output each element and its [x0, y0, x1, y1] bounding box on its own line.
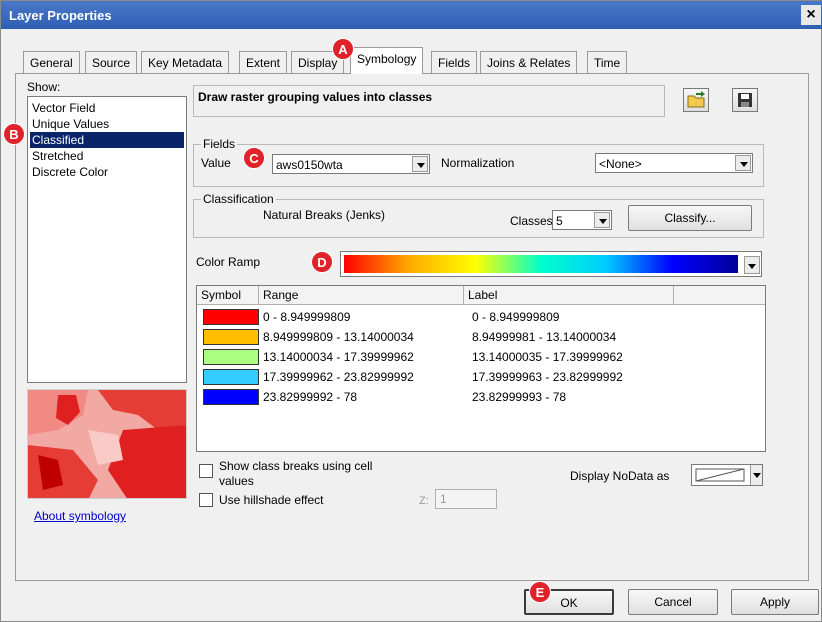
label-cell[interactable]: 23.82999993 - 78	[472, 388, 566, 406]
classification-method: Natural Breaks (Jenks)	[263, 208, 386, 222]
show-item-vector-field[interactable]: Vector Field	[30, 100, 184, 116]
tab-symbology[interactable]: Symbology	[350, 47, 424, 74]
layer-properties-dialog: Layer Properties × General Source Key Me…	[0, 0, 822, 622]
range-cell[interactable]: 13.14000034 - 17.39999962	[263, 348, 414, 366]
tab-key-metadata[interactable]: Key Metadata	[141, 51, 230, 73]
range-cell[interactable]: 0 - 8.949999809	[263, 308, 350, 326]
show-item-discrete-color[interactable]: Discrete Color	[30, 164, 184, 180]
class-breaks-label-cont: values	[219, 474, 254, 488]
hillshade-checkbox[interactable]	[199, 493, 213, 507]
save-icon	[738, 93, 752, 107]
range-cell[interactable]: 8.949999809 - 13.14000034	[263, 328, 414, 346]
symbol-swatch[interactable]	[203, 369, 259, 385]
show-item-classified[interactable]: Classified	[30, 132, 184, 148]
description-text: Draw raster grouping values into classes	[198, 90, 433, 104]
z-factor-input[interactable]: 1	[435, 489, 497, 509]
value-label: Value	[201, 156, 231, 170]
chevron-down-icon[interactable]	[594, 212, 610, 228]
annotation-marker-e: E	[529, 581, 551, 603]
nodata-color-picker[interactable]	[691, 464, 763, 486]
class-breaks-checkbox[interactable]	[199, 464, 213, 478]
symbology-preview-image	[27, 389, 187, 499]
symbol-swatch[interactable]	[203, 389, 259, 405]
label-cell[interactable]: 0 - 8.949999809	[472, 308, 559, 326]
classes-selected: 5	[556, 214, 563, 228]
chevron-down-icon[interactable]	[735, 155, 751, 171]
symbol-swatch[interactable]	[203, 349, 259, 365]
header-spacer	[674, 286, 765, 305]
color-ramp-label: Color Ramp	[196, 255, 261, 269]
show-list[interactable]: Vector Field Unique Values Classified St…	[27, 96, 187, 383]
value-field-selected: aws0150wta	[276, 158, 343, 172]
window-title: Layer Properties	[9, 8, 112, 23]
label-cell[interactable]: 13.14000035 - 17.39999962	[472, 348, 623, 366]
chevron-down-icon[interactable]	[412, 156, 428, 172]
tab-source[interactable]: Source	[85, 51, 138, 73]
value-field-dropdown[interactable]: aws0150wta	[272, 154, 430, 174]
nodata-swatch-icon	[695, 468, 745, 482]
color-ramp-dropdown[interactable]	[340, 251, 762, 277]
save-layer-file-button[interactable]	[732, 88, 758, 112]
range-cell[interactable]: 23.82999992 - 78	[263, 388, 357, 406]
tab-extent[interactable]: Extent	[239, 51, 288, 73]
tab-joins-relates[interactable]: Joins & Relates	[480, 51, 578, 73]
annotation-marker-a: A	[332, 38, 354, 60]
header-symbol[interactable]: Symbol	[197, 286, 259, 305]
folder-open-icon	[687, 91, 705, 108]
tab-fields[interactable]: Fields	[431, 51, 478, 73]
chevron-down-icon[interactable]	[750, 465, 762, 485]
range-cell[interactable]: 17.39999962 - 23.82999992	[263, 368, 414, 386]
classes-label: Classes	[510, 214, 553, 228]
classification-group-label: Classification	[201, 192, 276, 206]
tab-general[interactable]: General	[23, 51, 80, 73]
header-range[interactable]: Range	[259, 286, 464, 305]
label-cell[interactable]: 8.94999981 - 13.14000034	[472, 328, 616, 346]
normalization-selected: <None>	[599, 157, 642, 171]
label-cell[interactable]: 17.39999963 - 23.82999992	[472, 368, 623, 386]
header-label[interactable]: Label	[464, 286, 674, 305]
cancel-button[interactable]: Cancel	[628, 589, 718, 615]
class-breaks-label: Show class breaks using cell	[219, 459, 373, 473]
classes-table[interactable]: Symbol Range Label 0 - 8.949999809 0 - 8.…	[196, 285, 766, 452]
close-button[interactable]: ×	[801, 5, 821, 25]
nodata-label: Display NoData as	[570, 469, 670, 483]
annotation-marker-b: B	[3, 123, 25, 145]
annotation-marker-c: C	[243, 147, 265, 169]
show-item-stretched[interactable]: Stretched	[30, 148, 184, 164]
symbol-swatch[interactable]	[203, 309, 259, 325]
color-ramp-gradient	[344, 255, 738, 273]
show-item-unique-values[interactable]: Unique Values	[30, 116, 184, 132]
tab-time[interactable]: Time	[587, 51, 628, 73]
normalization-dropdown[interactable]: <None>	[595, 153, 753, 173]
normalization-label: Normalization	[441, 156, 515, 170]
apply-button[interactable]: Apply	[731, 589, 819, 615]
chevron-down-icon[interactable]	[744, 256, 760, 274]
z-label: Z:	[419, 495, 429, 507]
show-label: Show:	[27, 80, 61, 94]
classes-dropdown[interactable]: 5	[552, 210, 612, 230]
hillshade-label: Use hillshade effect	[219, 493, 324, 507]
classify-button[interactable]: Classify...	[628, 205, 752, 231]
symbol-swatch[interactable]	[203, 329, 259, 345]
open-layer-file-button[interactable]	[683, 88, 709, 112]
fields-group-label: Fields	[201, 137, 238, 151]
description-box: Draw raster grouping values into classes	[193, 85, 665, 117]
title-bar: Layer Properties ×	[1, 1, 822, 29]
annotation-marker-d: D	[311, 251, 333, 273]
about-symbology-link[interactable]: About symbology	[34, 509, 126, 523]
